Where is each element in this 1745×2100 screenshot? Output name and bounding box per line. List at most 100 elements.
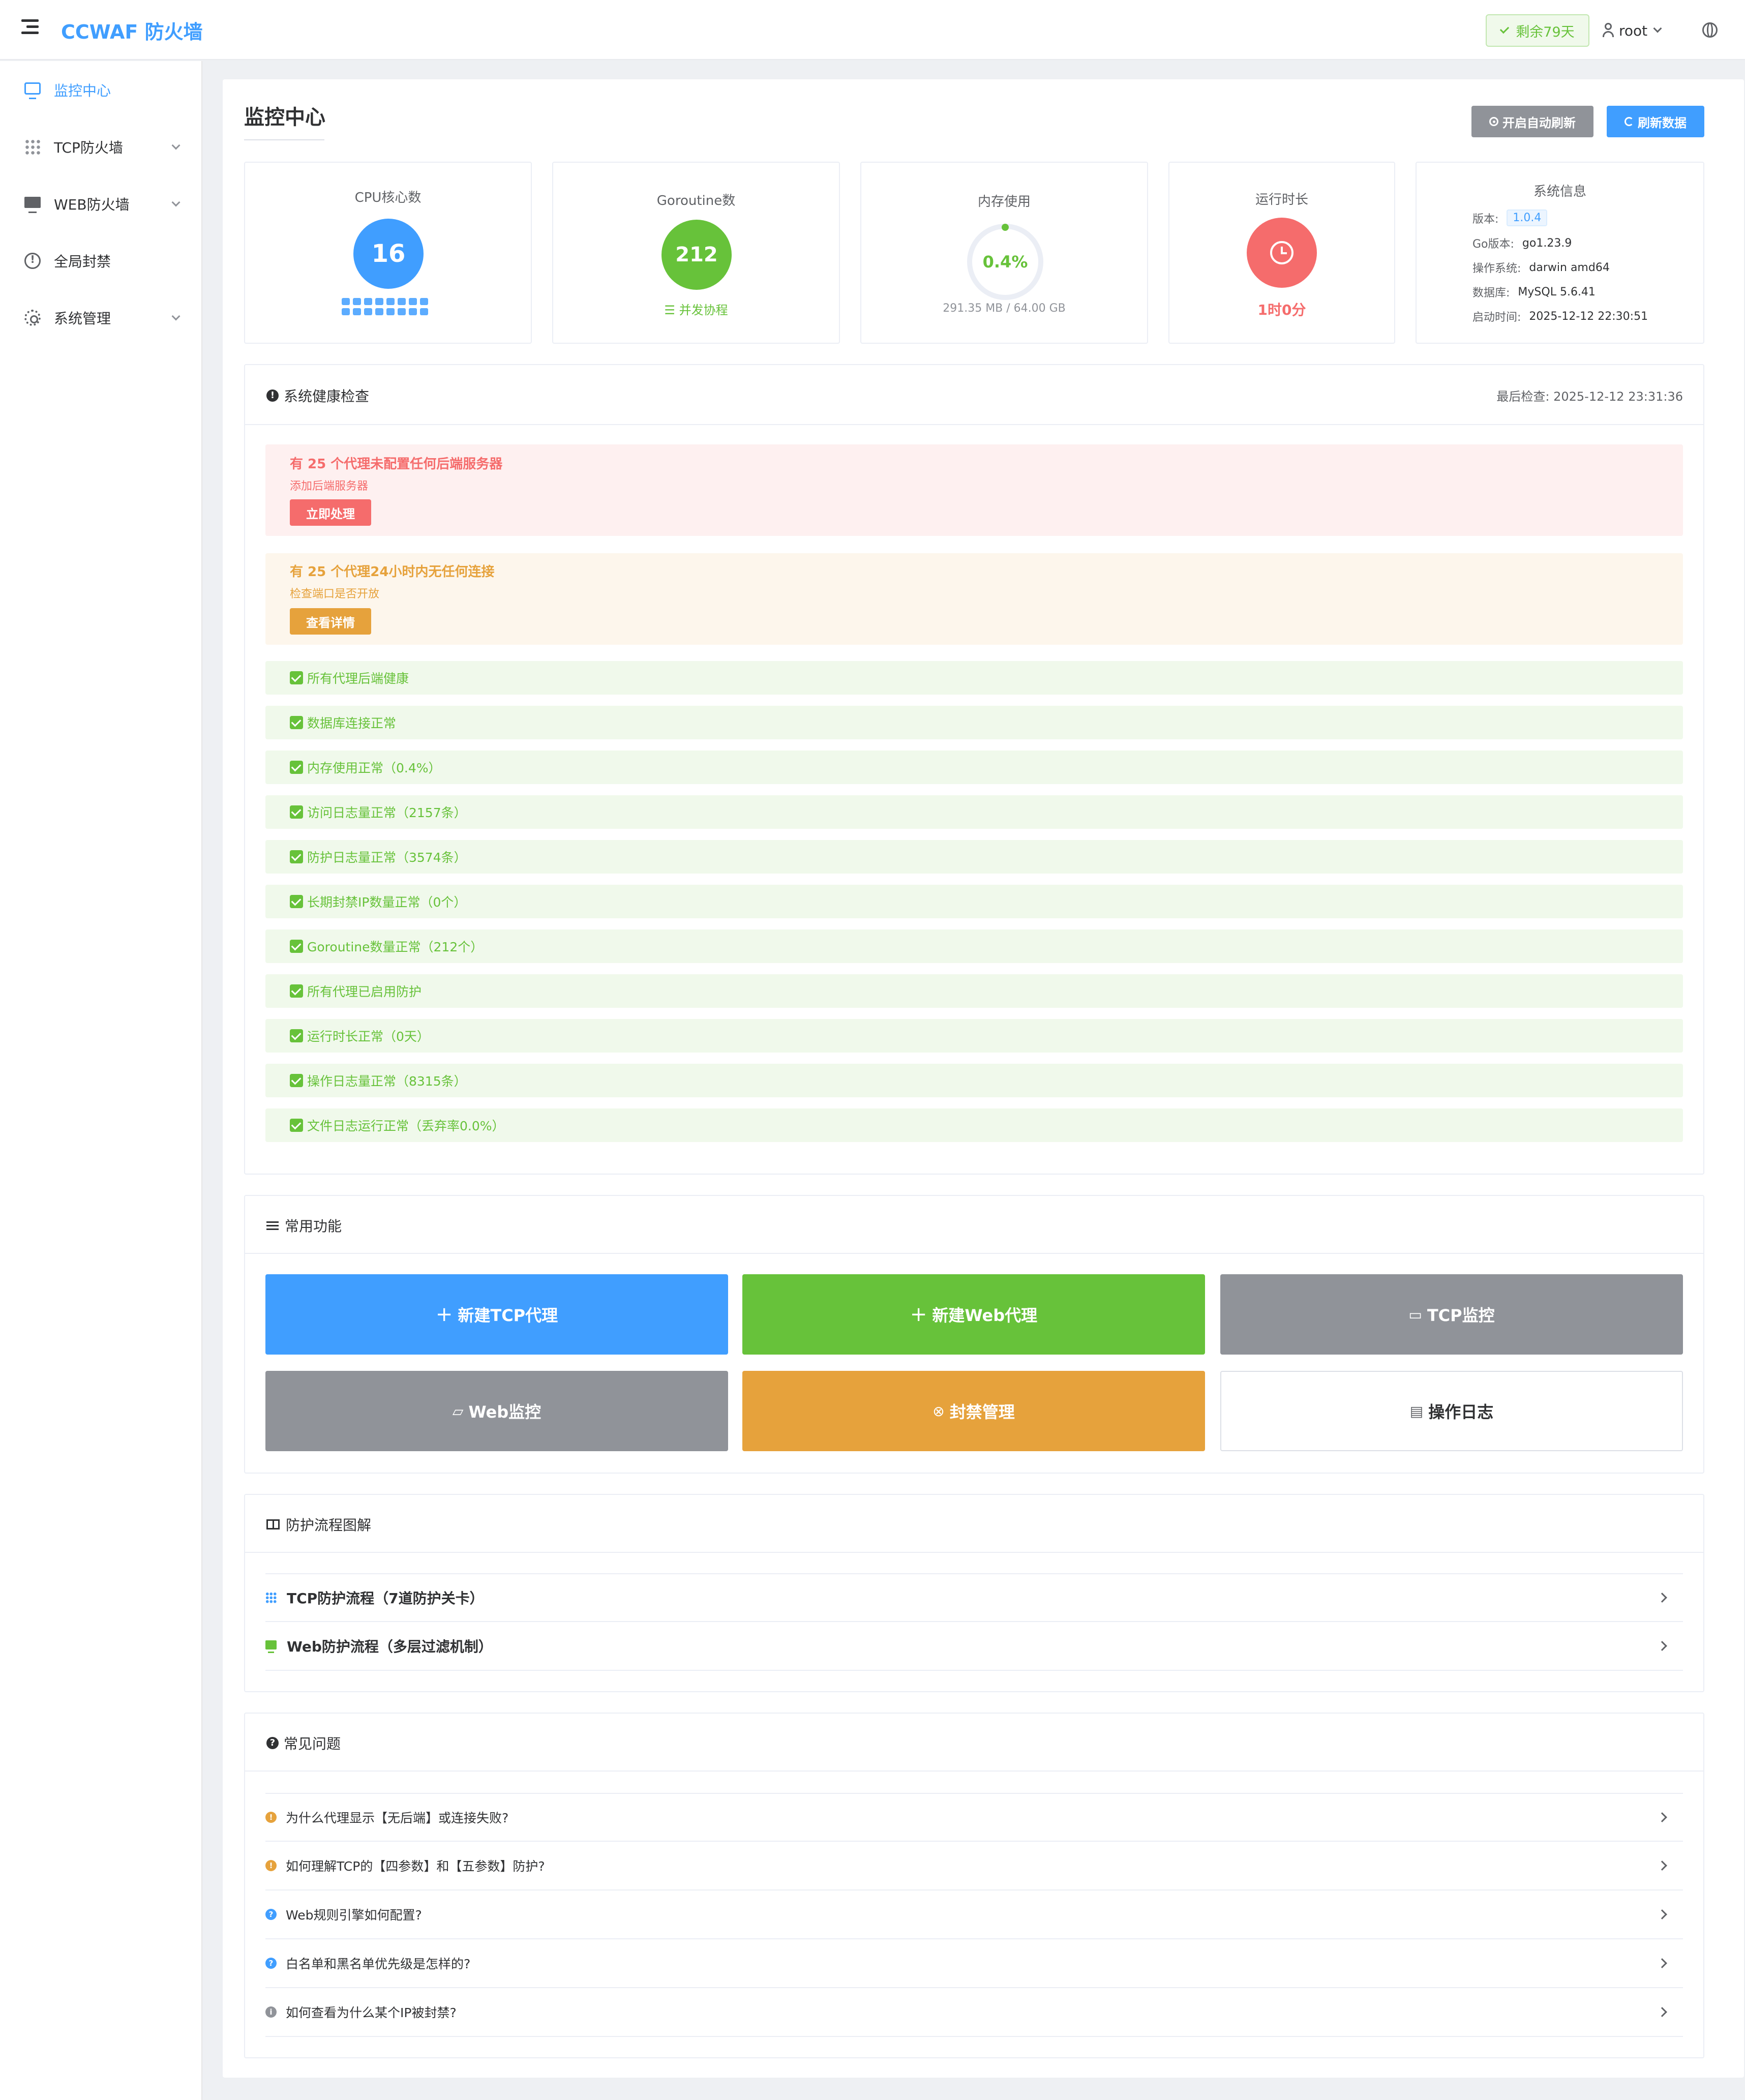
cpu-core [409, 308, 417, 315]
check-box-icon [290, 850, 303, 863]
chevron-down-icon [171, 198, 180, 207]
refresh-icon [1624, 117, 1634, 126]
clock-icon [1270, 241, 1293, 264]
check-box-icon [290, 1029, 303, 1042]
chevron-down-icon [1653, 24, 1662, 33]
new-tcp-proxy-button[interactable]: + 新建TCP代理 [265, 1274, 728, 1355]
health-ok-item: 文件日志运行正常（丢弃率0.0%） [265, 1108, 1683, 1142]
faq-title: ? 常见问题 [266, 1733, 341, 1753]
info-icon: i [265, 2006, 277, 2018]
sysinfo-version: 版本: 1.0.4 [1472, 209, 1548, 226]
sidebar-item-tcp-firewall[interactable]: TCP防火墙 [0, 124, 202, 170]
goroutine-label: Goroutine数 [656, 193, 736, 208]
new-web-proxy-button[interactable]: + 新建Web代理 [742, 1274, 1205, 1355]
uptime-circle [1247, 218, 1317, 288]
check-box-icon [290, 895, 303, 908]
cpu-value: 16 [353, 219, 424, 289]
health-ok-item: Goroutine数量正常（212个） [265, 929, 1683, 963]
faq-section: ? 常见问题 ! 为什么代理显示【无后端】或连接失败? ! 如何理解TCP的【四参… [244, 1713, 1704, 2058]
alert-desc: 添加后端服务器 [290, 480, 369, 493]
faq-item[interactable]: ? 白名单和黑名单优先级是怎样的? [265, 1939, 1683, 1988]
sysinfo-start: 启动时间: 2025-12-12 22:30:51 [1472, 310, 1648, 324]
cpu-core [353, 308, 361, 315]
check-box-icon [290, 805, 303, 819]
health-ok-item: 防护日志量正常（3574条） [265, 840, 1683, 874]
user-menu[interactable]: root [1603, 19, 1662, 42]
refresh-data-button[interactable]: 刷新数据 [1607, 106, 1704, 137]
top-header: CCWAF 防火墙 剩余79天 root [0, 0, 1745, 60]
uptime-value: 1时0分 [1257, 302, 1306, 318]
sysinfo-os: 操作系统: darwin amd64 [1472, 261, 1610, 276]
cpu-core [364, 298, 372, 305]
alert-title: 有 25 个代理24小时内无任何连接 [290, 564, 495, 580]
chevron-down-icon [171, 141, 180, 150]
cpu-core [364, 308, 372, 315]
view-details-button[interactable]: 查看详情 [290, 608, 371, 635]
sliders-icon: ☰ [664, 303, 679, 317]
system-info-label: 系统信息 [1533, 184, 1586, 199]
info-icon: ! [266, 389, 279, 402]
plus-icon: + [435, 1303, 453, 1326]
faq-item[interactable]: ! 如何理解TCP的【四参数】和【五参数】防护? [265, 1842, 1683, 1891]
memory-ring: 0.4% [967, 224, 1043, 300]
health-check-section: ! 系统健康检查 最后检查: 2025-12-12 23:31:36 有 25 个… [244, 364, 1704, 1175]
menu-toggle-icon[interactable] [21, 19, 39, 40]
cpu-core [420, 298, 428, 305]
plus-icon: + [910, 1303, 927, 1326]
ban-management-button[interactable]: ⊗ 封禁管理 [742, 1371, 1205, 1451]
flow-title: 防护流程图解 [266, 1514, 371, 1535]
sliders-icon [266, 1220, 279, 1231]
sysinfo-go: Go版本: go1.23.9 [1472, 236, 1572, 251]
faq-item[interactable]: ? Web规则引擎如何配置? [265, 1891, 1683, 1939]
sidebar-item-web-firewall[interactable]: WEB防火墙 [0, 181, 202, 227]
flow-header: 防护流程图解 [245, 1495, 1703, 1553]
health-ok-item: 所有代理已启用防护 [265, 974, 1683, 1008]
memory-value: 0.4% [982, 252, 1028, 272]
globe-icon[interactable] [1702, 22, 1718, 38]
check-box-icon [290, 761, 303, 774]
health-ok-item: 内存使用正常（0.4%） [265, 751, 1683, 784]
question-icon: ? [265, 1958, 277, 1969]
tcp-monitor-button[interactable]: ▭ TCP监控 [1220, 1274, 1683, 1355]
health-check-title: ! 系统健康检查 [266, 385, 369, 406]
chevron-right-icon [1657, 1593, 1667, 1603]
check-box-icon [290, 671, 303, 684]
alert-desc: 检查端口是否开放 [290, 588, 380, 601]
health-ok-item: 数据库连接正常 [265, 706, 1683, 739]
cpu-card: CPU核心数 16 [244, 162, 532, 344]
faq-header: ? 常见问题 [245, 1714, 1703, 1772]
monitor-icon [24, 82, 41, 99]
handle-now-button[interactable]: 立即处理 [290, 499, 371, 526]
title-underline [244, 139, 324, 140]
web-flow-item[interactable]: Web防护流程（多层过滤机制） [265, 1622, 1683, 1671]
sidebar-item-label: 监控中心 [54, 82, 111, 99]
health-check-header: ! 系统健康检查 最后检查: 2025-12-12 23:31:36 [245, 365, 1703, 425]
sidebar-item-system[interactable]: 系统管理 [0, 295, 202, 341]
sysinfo-db: 数据库: MySQL 5.6.41 [1472, 285, 1596, 300]
cpu-core [375, 298, 383, 305]
chevron-right-icon [1657, 1909, 1667, 1919]
uptime-label: 运行时长 [1255, 192, 1308, 207]
health-ok-item: 访问日志量正常（2157条） [265, 795, 1683, 829]
warning-icon: ! [265, 1860, 277, 1871]
chevron-right-icon [1657, 1861, 1667, 1871]
sidebar-item-monitor[interactable]: 监控中心 [0, 67, 202, 113]
cpu-label: CPU核心数 [354, 190, 422, 205]
cpu-core [342, 308, 350, 315]
chevron-right-icon [1657, 1812, 1667, 1822]
operation-log-button[interactable]: ▤ 操作日志 [1220, 1371, 1683, 1451]
license-badge: 剩余79天 [1486, 14, 1589, 47]
alert-no-connection: 有 25 个代理24小时内无任何连接 检查端口是否开放 查看详情 [265, 553, 1683, 645]
tcp-flow-item[interactable]: TCP防护流程（7道防护关卡） [265, 1573, 1683, 1622]
grid-icon [24, 139, 41, 155]
check-box-icon [290, 1074, 303, 1087]
cpu-core [409, 298, 417, 305]
sidebar-item-global-ban[interactable]: 全局封禁 [0, 238, 202, 284]
faq-item[interactable]: ! 为什么代理显示【无后端】或连接失败? [265, 1793, 1683, 1842]
health-ok-item: 操作日志量正常（8315条） [265, 1064, 1683, 1097]
functions-header: 常用功能 [245, 1196, 1703, 1254]
web-monitor-button[interactable]: ▱ Web监控 [265, 1371, 728, 1451]
faq-item[interactable]: i 如何查看为什么某个IP被封禁? [265, 1988, 1683, 2037]
monitor-icon: ▭ [1408, 1306, 1422, 1323]
auto-refresh-button[interactable]: 开启自动刷新 [1471, 106, 1593, 137]
